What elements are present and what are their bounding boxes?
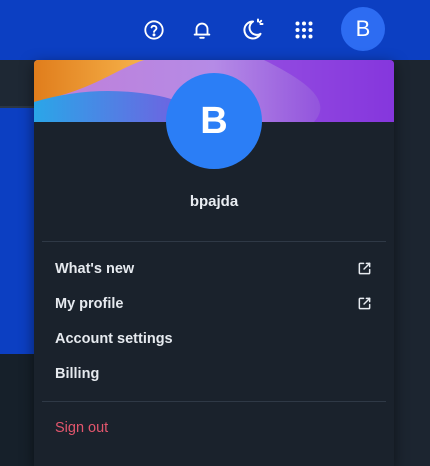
profile-avatar-initial: B bbox=[200, 99, 228, 142]
external-link-icon bbox=[358, 262, 371, 275]
menu-item-account-settings[interactable]: Account settings bbox=[34, 321, 394, 356]
menu-item-label: Billing bbox=[55, 365, 100, 382]
menu-item-whats-new[interactable]: What's new bbox=[34, 251, 394, 286]
sign-out-button[interactable]: Sign out bbox=[34, 410, 394, 446]
notifications-button[interactable] bbox=[186, 14, 218, 46]
top-header-bar: B bbox=[0, 0, 430, 60]
profile-menu: B bpajda What's new My profile Account s… bbox=[34, 60, 394, 466]
profile-avatar: B bbox=[166, 73, 262, 169]
menu-divider bbox=[42, 401, 386, 402]
menu-item-label: What's new bbox=[55, 260, 135, 277]
theme-toggle-button[interactable] bbox=[236, 14, 268, 46]
menu-divider bbox=[42, 241, 386, 242]
page-right-area bbox=[394, 60, 430, 466]
menu-item-label: My profile bbox=[55, 295, 124, 312]
bell-icon bbox=[193, 22, 211, 39]
menu-item-label: Account settings bbox=[55, 330, 173, 347]
help-circle-icon bbox=[144, 20, 164, 40]
profile-username: bpajda bbox=[189, 193, 239, 210]
grid-icon bbox=[295, 21, 313, 39]
help-button[interactable] bbox=[138, 14, 170, 46]
external-link-icon bbox=[358, 297, 371, 310]
user-avatar-button[interactable]: B bbox=[341, 7, 385, 51]
moon-sun-icon bbox=[243, 18, 264, 40]
apps-button[interactable] bbox=[288, 14, 320, 46]
avatar-initial: B bbox=[355, 16, 371, 41]
sign-out-label: Sign out bbox=[55, 420, 109, 436]
menu-item-billing[interactable]: Billing bbox=[34, 356, 394, 391]
menu-item-my-profile[interactable]: My profile bbox=[34, 286, 394, 321]
